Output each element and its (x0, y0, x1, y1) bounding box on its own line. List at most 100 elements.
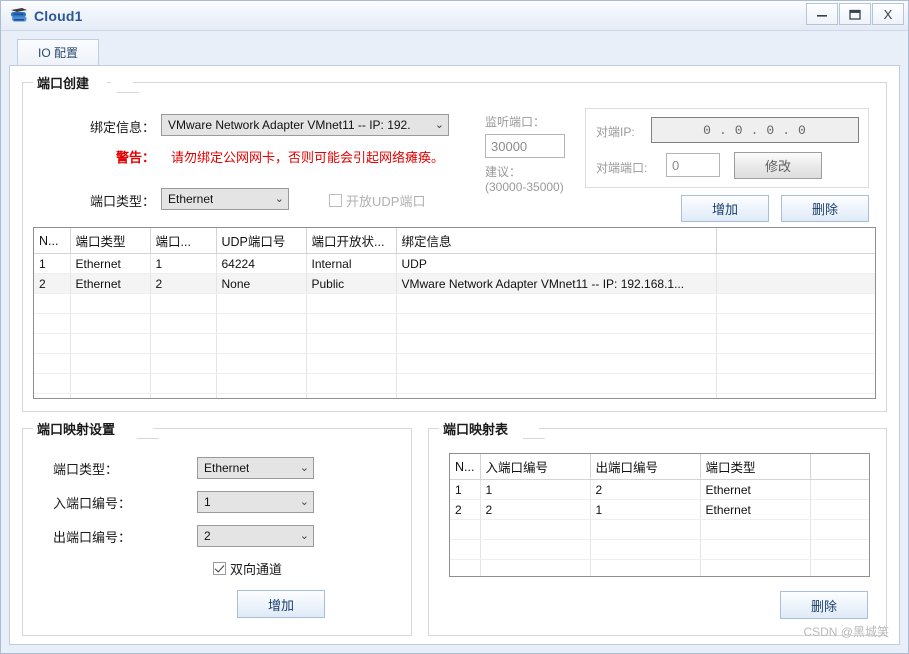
close-icon: X (883, 6, 893, 22)
modify-button[interactable]: 修改 (734, 152, 822, 179)
map-table-legend: 端口映射表 (439, 419, 527, 438)
table-row-empty[interactable] (450, 559, 869, 576)
map-table[interactable]: N... 入端口编号 出端口编号 端口类型 1 1 2 Ethernet 2 2… (449, 453, 870, 577)
listen-port-label: 监听端口： (485, 115, 546, 129)
map-in-port-value: 1 (204, 495, 211, 509)
add-port-button[interactable]: 增加 (681, 195, 769, 222)
map-col-no[interactable]: N... (450, 454, 481, 480)
suggest-range: (30000-35000) (485, 180, 564, 194)
table-row-empty[interactable] (34, 393, 875, 398)
port-col-state[interactable]: 端口开放状... (306, 228, 397, 254)
port-col-type[interactable]: 端口类型 (70, 228, 151, 254)
cell-type: Ethernet (70, 273, 151, 294)
port-col-blank[interactable] (716, 228, 875, 254)
binding-info-label: 绑定信息： (89, 120, 155, 135)
table-row-empty[interactable] (34, 293, 875, 314)
table-row-empty[interactable] (34, 313, 875, 334)
map-port-type-select[interactable]: Ethernet ⌄ (197, 457, 314, 479)
map-col-blank[interactable] (810, 454, 869, 480)
cell-no: 1 (34, 253, 71, 274)
map-in-port-label: 入端口编号： (53, 495, 132, 511)
port-mapping-settings-group: 端口映射设置 端口类型： Ethernet ⌄ 入端口编号： 1 ⌄ 出端口编号… (22, 418, 412, 636)
cell-binding: VMware Network Adapter VMnet11 -- IP: 19… (396, 273, 717, 294)
table-row[interactable]: 1 Ethernet 1 64224 Internal UDP (34, 253, 875, 274)
cell-no: 2 (450, 499, 481, 520)
map-col-in-port[interactable]: 入端口编号 (480, 454, 591, 480)
table-row[interactable]: 2 Ethernet 2 None Public VMware Network … (34, 273, 875, 294)
map-settings-legend: 端口映射设置 (33, 419, 134, 438)
bottom-row: 端口映射设置 端口类型： Ethernet ⌄ 入端口编号： 1 ⌄ 出端口编号… (22, 418, 887, 636)
cloud-config-window: Cloud1 X IO 配置 端口创建 绑定信息： VMware Network… (0, 0, 909, 654)
port-col-port[interactable]: 端口... (150, 228, 217, 254)
map-out-port-row: 出端口编号： 2 ⌄ (37, 525, 397, 547)
map-col-out-port[interactable]: 出端口编号 (590, 454, 701, 480)
warning-label: 警告： (115, 150, 155, 165)
map-delete-button[interactable]: 删除 (780, 591, 868, 619)
maximize-icon (849, 9, 861, 20)
ip-separator-icon: . (718, 122, 728, 138)
cloud-device-icon (9, 7, 29, 25)
port-col-no[interactable]: N... (34, 228, 71, 254)
table-row[interactable]: 1 1 2 Ethernet (450, 479, 869, 500)
map-in-port-select[interactable]: 1 ⌄ (197, 491, 314, 513)
binding-info-value: VMware Network Adapter VMnet11 -- IP: 19… (168, 118, 411, 132)
map-add-button[interactable]: 增加 (237, 590, 325, 618)
delete-port-button-label: 删除 (811, 202, 838, 217)
port-col-binding[interactable]: 绑定信息 (396, 228, 717, 254)
port-table-header-row: N... 端口类型 端口... UDP端口号 端口开放状... 绑定信息 (34, 228, 875, 254)
map-out-port-select[interactable]: 2 ⌄ (197, 525, 314, 547)
chevron-down-icon: ⌄ (299, 461, 309, 474)
chevron-down-icon: ⌄ (434, 118, 444, 131)
chevron-down-icon: ⌄ (299, 529, 309, 542)
open-udp-port-label: 开放UDP端口 (346, 194, 426, 209)
delete-port-button[interactable]: 删除 (781, 195, 869, 222)
cell-blank (716, 253, 875, 274)
table-row-empty[interactable] (34, 373, 875, 394)
binding-info-select[interactable]: VMware Network Adapter VMnet11 -- IP: 19… (161, 114, 449, 136)
peer-ip-input[interactable]: 0 . 0 . 0 . 0 (651, 117, 859, 143)
window-controls: X (805, 3, 904, 25)
table-row-empty[interactable] (450, 539, 869, 560)
map-port-type-label: 端口类型： (53, 461, 119, 477)
port-create-legend: 端口创建 (33, 73, 108, 92)
cell-state: Public (306, 273, 397, 294)
listen-port-value: 30000 (491, 138, 528, 154)
close-button[interactable]: X (872, 3, 904, 25)
port-col-udp[interactable]: UDP端口号 (216, 228, 307, 254)
chevron-down-icon: ⌄ (274, 192, 284, 205)
checkbox-box-icon (329, 194, 342, 207)
table-row-empty[interactable] (34, 333, 875, 354)
modify-button-label: 修改 (764, 159, 791, 174)
ip-separator-icon: . (750, 122, 760, 138)
table-row-empty[interactable] (34, 353, 875, 374)
cell-out-port: 2 (590, 479, 701, 500)
cell-port: 2 (150, 273, 217, 294)
maximize-button[interactable] (839, 3, 871, 25)
minimize-button[interactable] (806, 3, 838, 25)
title-bar: Cloud1 X (1, 1, 908, 31)
peer-panel: 对端IP: 0 . 0 . 0 . 0 对端端口: 0 修改 (585, 108, 869, 188)
listen-port-input[interactable]: 30000 (485, 134, 565, 158)
bidirectional-channel-label: 双向通道 (230, 562, 283, 577)
cell-udp: None (216, 273, 307, 294)
map-port-type-row: 端口类型： Ethernet ⌄ (37, 457, 397, 479)
cell-udp: 64224 (216, 253, 307, 274)
checkbox-box-icon (213, 562, 226, 575)
port-type-select[interactable]: Ethernet ⌄ (161, 188, 289, 210)
open-udp-port-checkbox[interactable]: 开放UDP端口 (329, 191, 425, 210)
tab-page-io-config: 端口创建 绑定信息： VMware Network Adapter VMnet1… (9, 65, 900, 645)
port-table-grid: N... 端口类型 端口... UDP端口号 端口开放状... 绑定信息 1 E… (34, 228, 875, 398)
warning-text: 请勿绑定公网网卡，否则可能会引起网络瘫痪。 (171, 150, 445, 165)
bidirectional-channel-checkbox[interactable]: 双向通道 (213, 559, 397, 578)
table-row-empty[interactable] (450, 519, 869, 540)
map-col-port-type[interactable]: 端口类型 (700, 454, 811, 480)
ip-separator-icon: . (782, 122, 792, 138)
cell-port-type: Ethernet (700, 499, 811, 520)
cell-binding: UDP (396, 253, 717, 274)
peer-port-input[interactable]: 0 (666, 153, 720, 177)
cell-out-port: 1 (590, 499, 701, 520)
port-table[interactable]: N... 端口类型 端口... UDP端口号 端口开放状... 绑定信息 1 E… (33, 227, 876, 399)
table-row[interactable]: 2 2 1 Ethernet (450, 499, 869, 520)
map-table-grid: N... 入端口编号 出端口编号 端口类型 1 1 2 Ethernet 2 2… (450, 454, 869, 576)
tab-io-config[interactable]: IO 配置 (17, 39, 99, 65)
